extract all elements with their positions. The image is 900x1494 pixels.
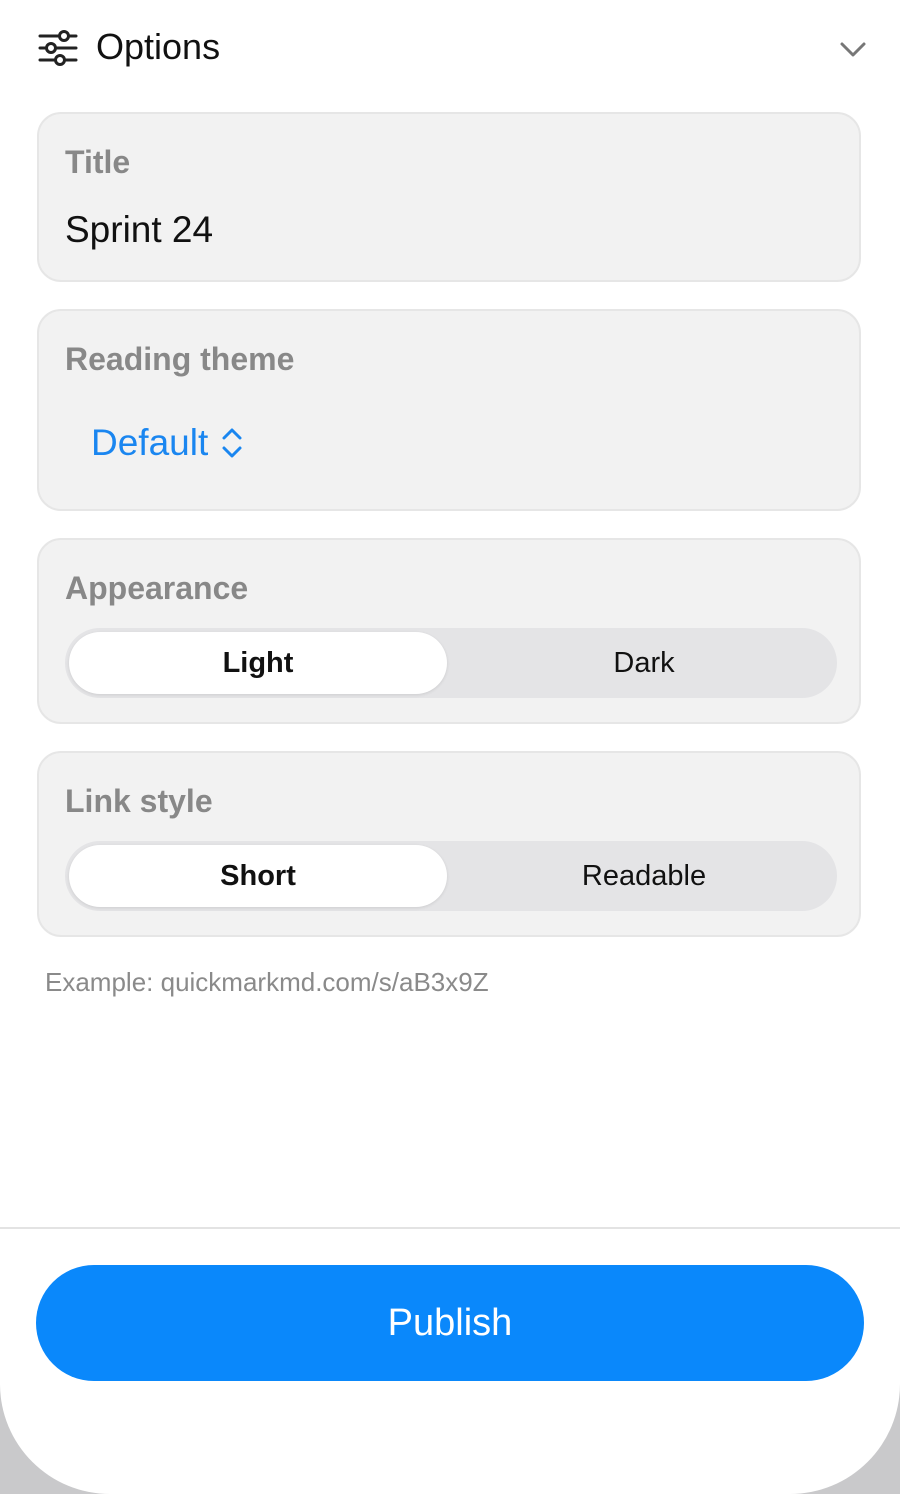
publish-button[interactable]: Publish [36,1265,864,1381]
link-style-card: Link style Short Readable [37,751,861,937]
title-card: Title Sprint 24 [37,112,861,282]
link-style-option-readable[interactable]: Readable [455,845,833,907]
appearance-option-dark[interactable]: Dark [455,632,833,694]
link-example-text: Example: quickmarkmd.com/s/aB3x9Z [45,967,489,997]
reading-theme-picker[interactable]: Default [91,419,244,467]
appearance-card: Appearance Light Dark [37,538,861,724]
chevron-up-down-icon [220,426,244,460]
chevron-down-icon[interactable] [836,34,870,64]
appearance-segmented-control: Light Dark [65,628,837,698]
title-input[interactable]: Sprint 24 [65,207,213,253]
title-label: Title [65,144,131,180]
options-header[interactable]: Options [0,0,900,96]
appearance-option-light[interactable]: Light [69,632,447,694]
sliders-icon [38,30,78,66]
reading-theme-label: Reading theme [65,341,295,377]
link-style-segmented-control: Short Readable [65,841,837,911]
reading-theme-value: Default [91,422,209,463]
footer-divider [0,1227,900,1229]
options-title: Options [96,26,221,67]
appearance-label: Appearance [65,570,249,606]
reading-theme-card: Reading theme Default [37,309,861,511]
link-style-option-short[interactable]: Short [69,845,447,907]
link-style-label: Link style [65,783,213,819]
options-sheet: Options Title Sprint 24 Reading theme De… [0,0,900,1494]
